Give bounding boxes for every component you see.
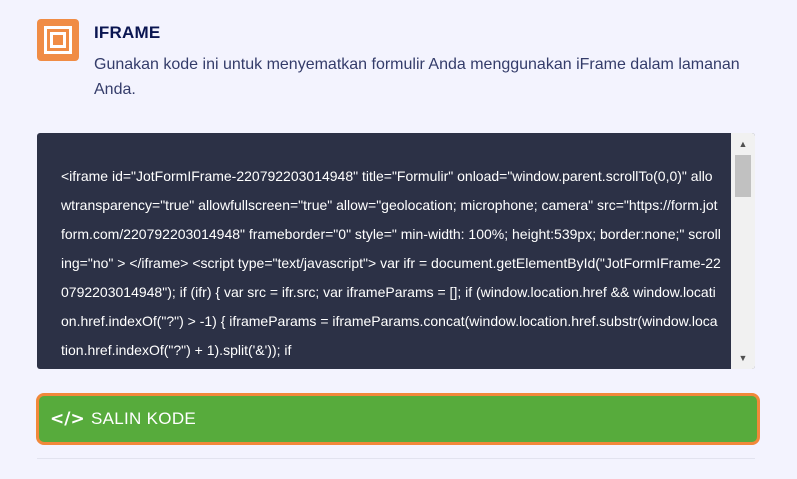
scrollbar-thumb[interactable] <box>735 155 751 197</box>
embed-code-text[interactable]: <iframe id="JotFormIFrame-22079220301494… <box>61 162 721 365</box>
divider <box>37 458 755 459</box>
section-title: IFRAME <box>94 23 161 42</box>
scroll-up-arrow-icon[interactable]: ▲ <box>731 135 755 153</box>
copy-code-label: SALIN KODE <box>91 409 197 428</box>
copy-code-button[interactable]: </> SALIN KODE <box>36 393 760 445</box>
scroll-down-arrow-icon[interactable]: ▼ <box>731 349 755 367</box>
code-icon: </> <box>50 409 85 429</box>
code-scrollbar[interactable]: ▲ ▼ <box>731 133 755 369</box>
embed-code-box[interactable]: <iframe id="JotFormIFrame-22079220301494… <box>37 133 755 369</box>
iframe-icon <box>37 19 79 61</box>
section-description: Gunakan kode ini untuk menyematkan formu… <box>94 56 740 98</box>
